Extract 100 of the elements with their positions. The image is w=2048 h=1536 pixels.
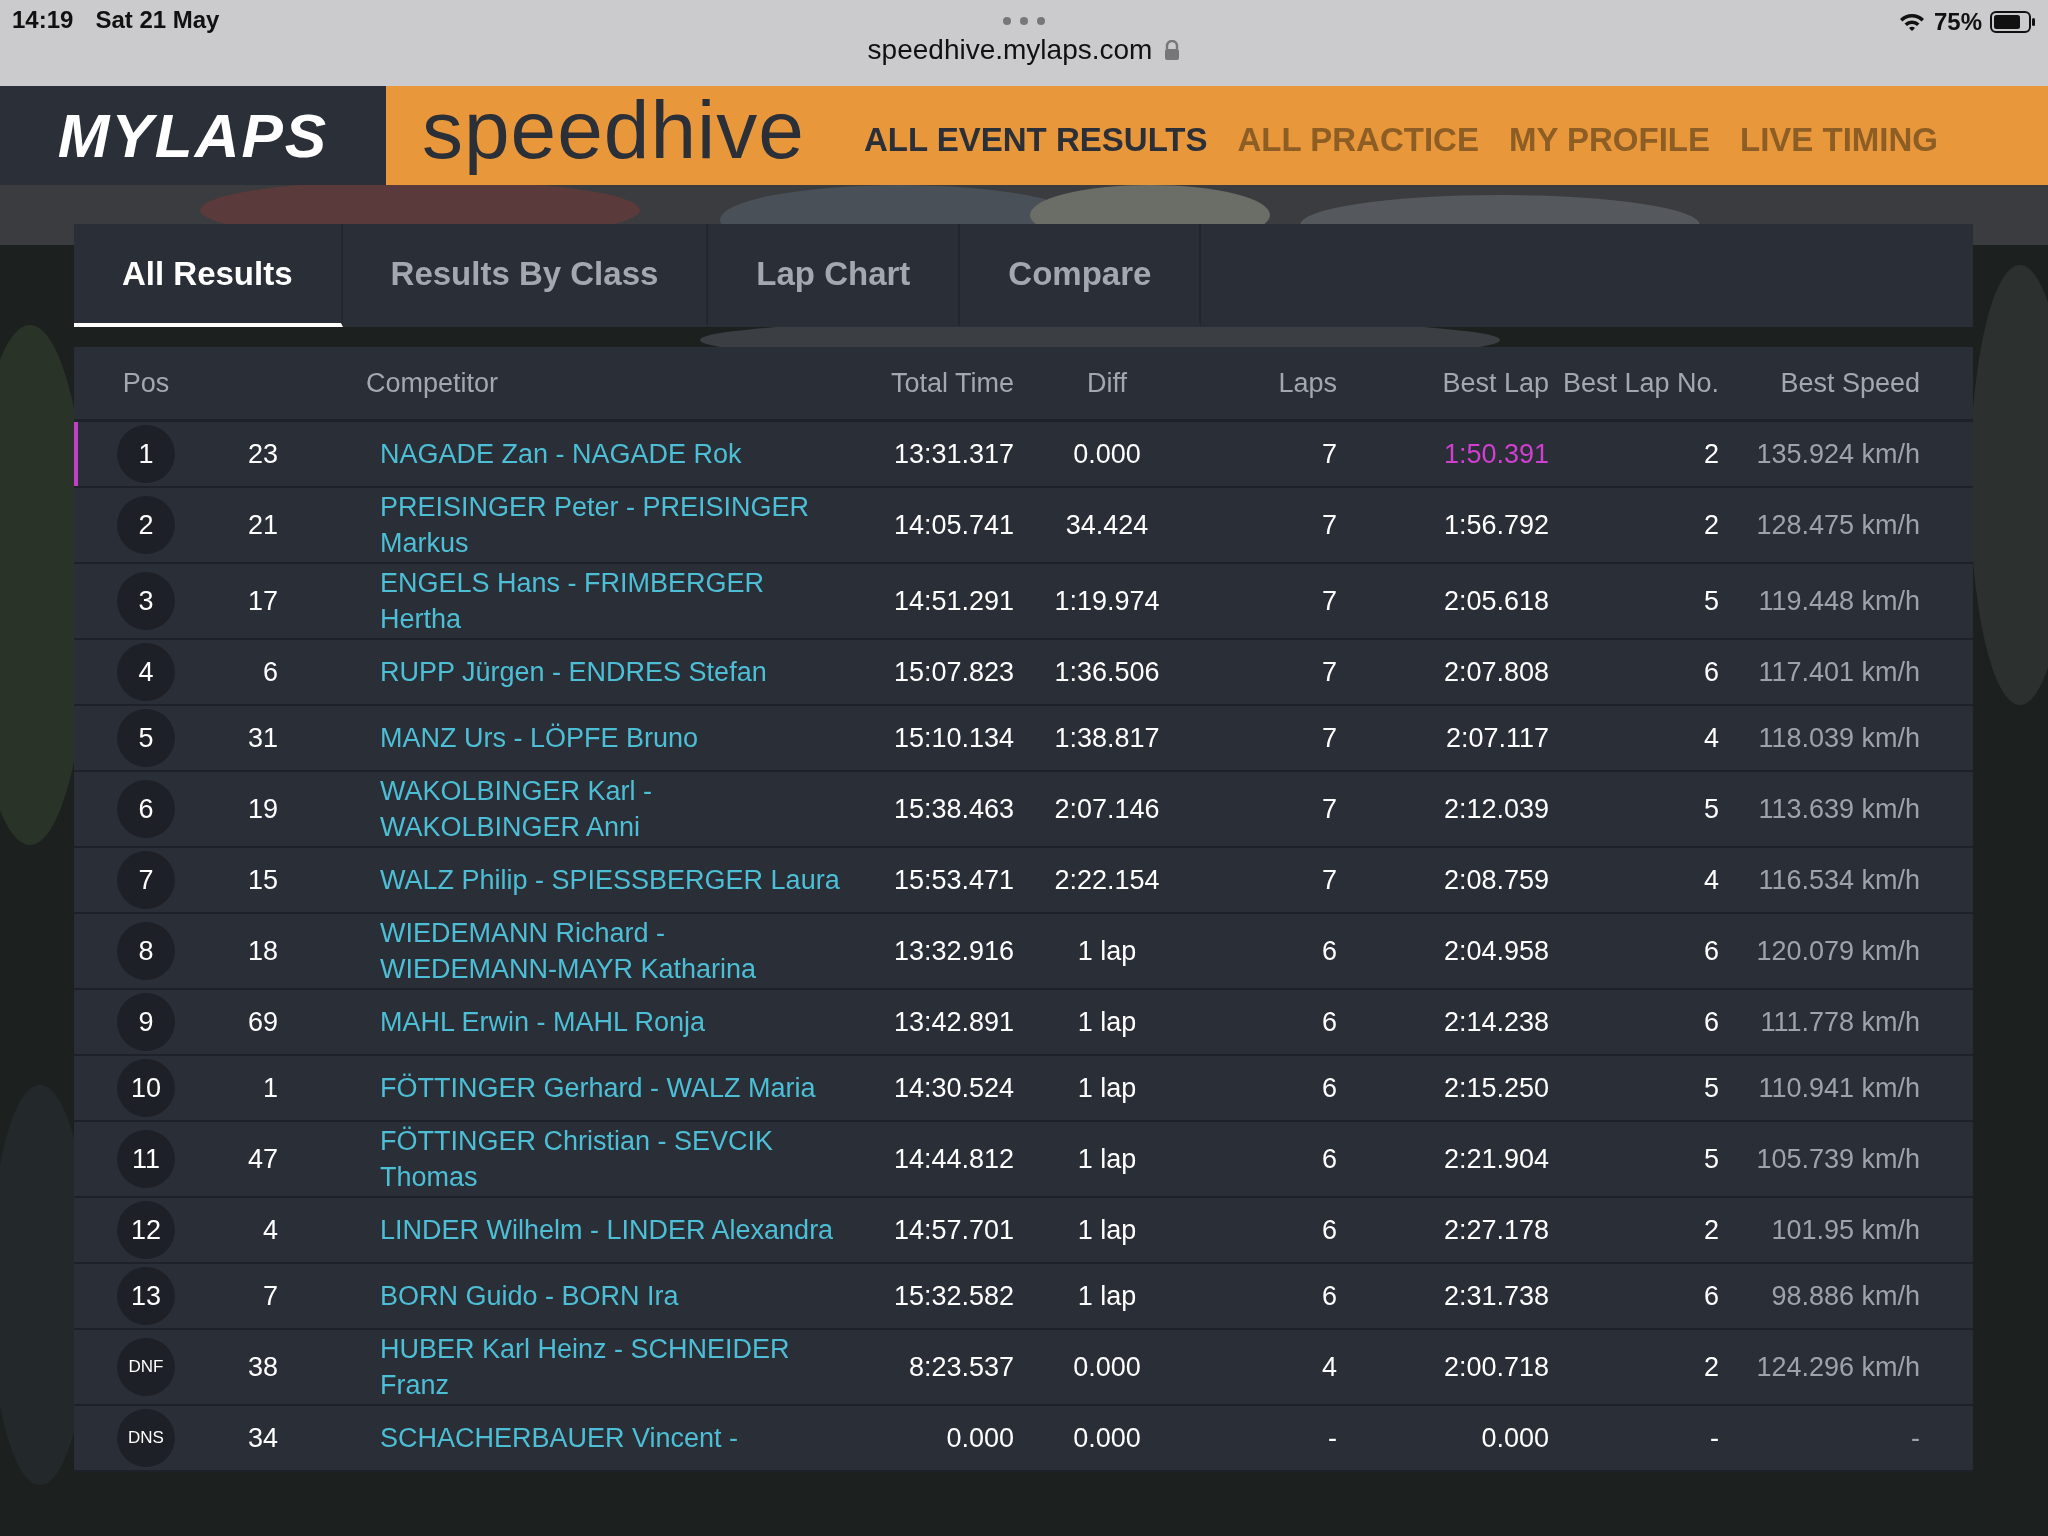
competitor-link[interactable]: PREISINGER Peter - PREISINGER Markus: [380, 488, 848, 562]
tab[interactable]: Lap Chart: [708, 224, 961, 327]
table-cell-text: 1:38.817: [1053, 722, 1161, 754]
table-cell-text: 113.639 km/h: [1757, 793, 1920, 825]
table-row[interactable]: 5 31 MANZ Urs - LÖPFE Bruno 15:10.134 1:38.817 7 2:07.117 4 118.039 km/h: [74, 706, 1973, 772]
column-header: Laps: [1277, 367, 1337, 399]
table-row[interactable]: 12 4 LINDER Wilhelm - LINDER Alexandra 14:57.701 1 lap 6 2:27.178 2 101.95 km/h: [74, 1198, 1973, 1264]
table-cell-text: 0.000: [1072, 438, 1142, 470]
table-cell-text: 15:07.823: [892, 656, 1014, 688]
table-row[interactable]: 8 18 WIEDEMANN Richard - WIEDEMANN-MAYR Katharina 13:32.916 1 lap 6 2:04.958 6 120.079 km/h: [74, 914, 1973, 990]
table-cell-text: 2:07.117: [1444, 722, 1549, 754]
table-cell-text: 1:36.506: [1053, 656, 1161, 688]
table-cell-text: 6: [1320, 1214, 1337, 1246]
table-cell-text: 2:07.146: [1053, 793, 1161, 825]
table-cell-text: 118.039 km/h: [1757, 722, 1920, 754]
table-cell-text: 13:42.891: [892, 1006, 1014, 1038]
tab[interactable]: Results By Class: [342, 224, 709, 327]
table-cell-text: 14:05.741: [892, 509, 1014, 541]
competitor-link[interactable]: FÖTTINGER Gerhard - WALZ Maria: [380, 1069, 848, 1107]
table-cell-text: 2: [1702, 438, 1719, 470]
position-badge: 7: [117, 851, 175, 909]
competitor-link[interactable]: LINDER Wilhelm - LINDER Alexandra: [380, 1211, 848, 1249]
competitor-link[interactable]: WIEDEMANN Richard - WIEDEMANN-MAYR Katharina: [380, 914, 848, 988]
table-cell-text: 2:22.154: [1053, 864, 1161, 896]
column-header: Best Lap No.: [1561, 367, 1719, 399]
column-header: Total Time: [889, 367, 1014, 399]
table-cell-text: 117.401 km/h: [1757, 656, 1920, 688]
table-cell-text: 14:51.291: [892, 585, 1014, 617]
date: Sat 21 May: [95, 6, 220, 34]
table-cell-text: 18: [246, 935, 278, 967]
competitor-link[interactable]: MAHL Erwin - MAHL Ronja: [380, 1003, 848, 1041]
table-cell-text: 7: [1320, 585, 1337, 617]
competitor-link[interactable]: WAKOLBINGER Karl - WAKOLBINGER Anni: [380, 772, 848, 846]
more-icon[interactable]: [1002, 16, 1046, 26]
table-cell-text: 1 lap: [1076, 1280, 1138, 1312]
column-header: Best Lap: [1441, 367, 1549, 399]
table-cell-text: 15:10.134: [892, 722, 1014, 754]
competitor-link[interactable]: NAGADE Zan - NAGADE Rok: [380, 435, 848, 473]
table-row[interactable]: DNS 34 SCHACHERBAUER Vincent - 0.000 0.000 - 0.000 - -: [74, 1406, 1973, 1472]
table-cell-text: 34.424: [1064, 509, 1150, 541]
table-row[interactable]: 13 7 BORN Guido - BORN Ira 15:32.582 1 lap 6 2:31.738 6 98.886 km/h: [74, 1264, 1973, 1330]
table-cell-text: 5: [1702, 793, 1719, 825]
competitor-link[interactable]: ENGELS Hans - FRIMBERGER Hertha: [380, 564, 848, 638]
table-cell-text: 6: [1702, 656, 1719, 688]
logo[interactable]: MYLAPS: [57, 100, 329, 171]
table-cell-text: 1 lap: [1076, 1006, 1138, 1038]
table-cell-text: 128.475 km/h: [1755, 509, 1920, 541]
tab[interactable]: All Results: [74, 224, 343, 327]
table-cell-text: 7: [1320, 509, 1337, 541]
table-row[interactable]: DNF 38 HUBER Karl Heinz - SCHNEIDER Franz 8:23.537 0.000 4 2:00.718 2 124.296 km/h: [74, 1330, 1973, 1406]
table-cell-text: 2: [1702, 1351, 1719, 1383]
competitor-link[interactable]: RUPP Jürgen - ENDRES Stefan: [380, 653, 848, 691]
competitor-link[interactable]: WALZ Philip - SPIESSBERGER Laura: [380, 861, 848, 899]
position-badge: DNF: [117, 1338, 175, 1396]
table-cell-text: 15:53.471: [892, 864, 1014, 896]
competitor-link[interactable]: SCHACHERBAUER Vincent -: [380, 1419, 848, 1457]
position-badge: 10: [117, 1059, 175, 1117]
table-cell-text: 7: [1320, 793, 1337, 825]
table-cell-text: 98.886 km/h: [1770, 1280, 1920, 1312]
table-cell-text: 21: [246, 509, 278, 541]
competitor-link[interactable]: FÖTTINGER Christian - SEVCIK Thomas: [380, 1122, 848, 1196]
table-cell-text: 34: [246, 1422, 278, 1454]
table-cell-text: 6: [1320, 935, 1337, 967]
table-cell-text: 14:44.812: [892, 1143, 1014, 1175]
table-cell-text: 2:15.250: [1442, 1072, 1549, 1104]
competitor-link[interactable]: HUBER Karl Heinz - SCHNEIDER Franz: [380, 1330, 848, 1404]
table-cell-text: 5: [1702, 585, 1719, 617]
url[interactable]: speedhive.mylaps.com: [867, 34, 1153, 66]
table-cell-text: 7: [1320, 722, 1337, 754]
table-row[interactable]: 1 23 NAGADE Zan - NAGADE Rok 13:31.317 0.000 7 1:50.391 2 135.924 km/h: [74, 422, 1973, 488]
table-row[interactable]: 11 47 FÖTTINGER Christian - SEVCIK Thomas 14:44.812 1 lap 6 2:21.904 5 105.739 km/h: [74, 1122, 1973, 1198]
table-row[interactable]: 7 15 WALZ Philip - SPIESSBERGER Laura 15:53.471 2:22.154 7 2:08.759 4 116.534 km/h: [74, 848, 1973, 914]
table-row[interactable]: 6 19 WAKOLBINGER Karl - WAKOLBINGER Anni 15:38.463 2:07.146 7 2:12.039 5 113.639 km/h: [74, 772, 1973, 848]
table-cell-text: 120.079 km/h: [1755, 935, 1920, 967]
table-cell-text: 1: [261, 1072, 278, 1104]
table-cell-text: 6: [1320, 1143, 1337, 1175]
table-cell-text: 0.000: [945, 1422, 1014, 1454]
table-row[interactable]: 9 69 MAHL Erwin - MAHL Ronja 13:42.891 1 lap 6 2:14.238 6 111.778 km/h: [74, 990, 1973, 1056]
table-cell-text: 2:08.759: [1442, 864, 1549, 896]
table-cell-text: 6: [1320, 1280, 1337, 1312]
table-row[interactable]: 3 17 ENGELS Hans - FRIMBERGER Hertha 14:51.291 1:19.974 7 2:05.618 5 119.448 km/h: [74, 564, 1973, 640]
nav-link[interactable]: ALL EVENT RESULTS: [864, 120, 1208, 159]
battery-icon: [1990, 11, 2036, 33]
table-row[interactable]: 10 1 FÖTTINGER Gerhard - WALZ Maria 14:30.524 1 lap 6 2:15.250 5 110.941 km/h: [74, 1056, 1973, 1122]
table-cell-text: 69: [246, 1006, 278, 1038]
table-cell-text: 13:32.916: [892, 935, 1014, 967]
tab[interactable]: Compare: [960, 224, 1202, 327]
table-cell-text: 1:19.974: [1053, 585, 1161, 617]
table-row[interactable]: 4 6 RUPP Jürgen - ENDRES Stefan 15:07.823 1:36.506 7 2:07.808 6 117.401 km/h: [74, 640, 1973, 706]
competitor-link[interactable]: MANZ Urs - LÖPFE Bruno: [380, 719, 848, 757]
table-cell-text: 6: [1320, 1072, 1337, 1104]
table-row[interactable]: 2 21 PREISINGER Peter - PREISINGER Markus 14:05.741 34.424 7 1:56.792 2 128.475 km/h: [74, 488, 1973, 564]
product-name[interactable]: speedhive: [422, 88, 805, 183]
table-cell-text: 6: [1702, 1006, 1719, 1038]
table-cell-text: 1:50.391: [1442, 438, 1549, 470]
table-cell-text: 124.296 km/h: [1755, 1351, 1920, 1383]
table-cell-text: 2:00.718: [1442, 1351, 1549, 1383]
competitor-link[interactable]: BORN Guido - BORN Ira: [380, 1277, 848, 1315]
table-cell-text: 15:32.582: [892, 1280, 1014, 1312]
table-cell-text: 2:21.904: [1442, 1143, 1549, 1175]
